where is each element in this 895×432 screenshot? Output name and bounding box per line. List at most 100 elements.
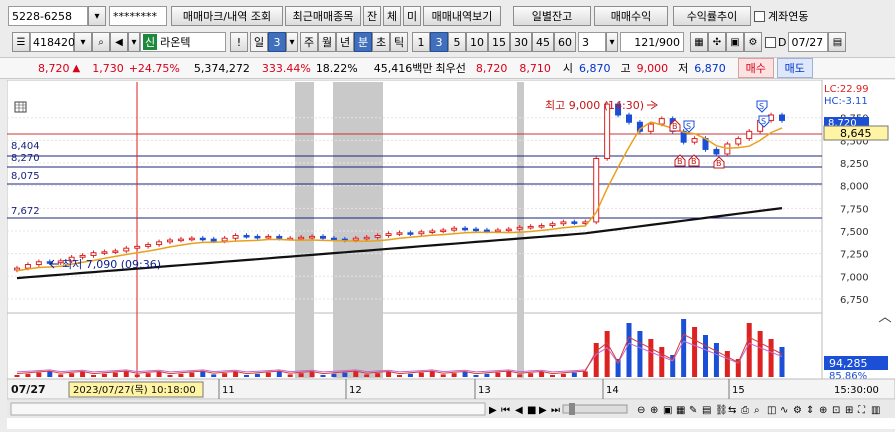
candle-body [199, 237, 206, 241]
zoom-in-icon[interactable]: ⊕ [650, 405, 658, 416]
code-dropdown-icon[interactable]: ▾ [74, 32, 92, 52]
pane-scroll-icon[interactable] [878, 317, 892, 323]
play-icon[interactable]: ▶ [489, 405, 497, 416]
speaker-icon[interactable]: ◀ [110, 32, 128, 52]
minute-value-button[interactable]: 3 [268, 32, 286, 52]
interval-button[interactable]: 15 [488, 32, 510, 52]
volume-bar [80, 372, 86, 377]
count-dropdown-icon[interactable]: ▾ [606, 32, 618, 52]
interval-button[interactable]: 1 [412, 32, 430, 52]
volume-bar [101, 373, 107, 377]
print-icon[interactable]: ⎙ [741, 405, 749, 416]
sparkline-icon[interactable]: ∿ [780, 405, 788, 416]
fullscreen-icon[interactable]: ⛶ [857, 405, 866, 416]
search-icon[interactable]: ⌕ [754, 405, 760, 416]
crosshair-icon[interactable]: ✣ [708, 32, 726, 52]
settings-icon[interactable]: ⚙ [744, 32, 762, 52]
back-icon[interactable]: ◀ [515, 405, 523, 416]
sell-button[interactable]: 매도 [776, 58, 813, 78]
period-day-button[interactable]: 일 [250, 32, 268, 52]
candle-body [243, 235, 250, 238]
trade-profit-button[interactable]: 매매수익 [594, 6, 668, 26]
shrink-icon[interactable]: ⊡ [832, 405, 840, 416]
minute-dropdown-icon[interactable]: ▾ [286, 32, 298, 52]
compare-icon[interactable]: ⇆ [728, 405, 736, 416]
cursor-date: 2023/07/27(목) 10:18:00 [73, 384, 196, 396]
fit-icon[interactable]: ▣ [663, 405, 672, 416]
account-range-field[interactable]: 5228-6258 [8, 6, 88, 26]
draw-icon[interactable]: ✎ [689, 405, 697, 416]
period-year-button[interactable]: 년 [336, 32, 354, 52]
volume-bar [200, 371, 206, 377]
stop-icon[interactable]: ■ [527, 405, 536, 416]
turnover-rate: 18.22% [315, 61, 358, 75]
alert-button[interactable]: ! [230, 32, 248, 52]
chart-table-icon[interactable] [14, 101, 27, 113]
contract-button[interactable]: 체 [383, 6, 401, 26]
recent-items-button[interactable]: 최근매매종목 [285, 6, 361, 26]
interval-button[interactable]: 60 [554, 32, 576, 52]
candle-body [473, 228, 479, 232]
price-tick-label: 7,250 [840, 250, 869, 261]
zoom-slider-thumb[interactable] [569, 403, 575, 415]
unfilled-button[interactable]: 미 [403, 6, 421, 26]
rewind-icon[interactable]: ⏮ [501, 405, 510, 416]
daily-balance-button[interactable]: 일별잔고 [513, 6, 591, 26]
data-count-field[interactable]: 121/900 [620, 32, 684, 52]
table-icon[interactable]: ▦ [676, 405, 685, 416]
balance-button[interactable]: 잔 [363, 6, 381, 26]
volume-bar [517, 374, 523, 377]
best-bid: 8,710 [519, 61, 551, 75]
chart-area[interactable]: 8,404 8,270 8,075 7,672 최고 9,000 (14:30)… [6, 79, 895, 429]
chart-zoom-in-icon[interactable]: ⊕ [819, 405, 827, 416]
trade-mark-query-button[interactable]: 매매마크/내역 조회 [171, 6, 283, 26]
volume-bar [222, 373, 228, 377]
scroll-track[interactable] [10, 402, 486, 416]
password-field[interactable]: ******** [109, 6, 167, 26]
grid-icon[interactable]: ▦ [690, 32, 708, 52]
magnifier-icon[interactable]: ⌕ [92, 32, 110, 52]
settings-icon[interactable]: ⚙ [793, 405, 802, 416]
scale-icon[interactable]: ⇕ [806, 405, 814, 416]
price-chart[interactable]: 8,404 8,270 8,075 7,672 최고 9,000 (14:30)… [6, 79, 895, 429]
stock-code-field[interactable]: 418420 [30, 32, 75, 52]
candle-body [24, 264, 31, 269]
return-trend-button[interactable]: 수익률추이 [673, 6, 751, 26]
data-count-text: 121 [634, 35, 656, 49]
buy-button[interactable]: 매수 [737, 58, 774, 78]
link-icon[interactable]: ⛓ [715, 404, 728, 416]
chart-icon[interactable]: ◫ [767, 405, 776, 416]
password-mask: ******** [113, 9, 157, 23]
stock-name-field[interactable]: 신 라온텍 [140, 32, 226, 52]
period-second-button[interactable]: 초 [372, 32, 390, 52]
period-tick-button[interactable]: 틱 [390, 32, 408, 52]
end-icon[interactable]: ⏭ [551, 405, 560, 416]
period-minute-button[interactable]: 분 [354, 32, 372, 52]
layout-icon[interactable]: ▥ [871, 405, 880, 416]
save-icon[interactable]: ▣ [726, 32, 744, 52]
candle-body [221, 237, 228, 242]
interval-button[interactable]: 45 [532, 32, 554, 52]
date-checkbox[interactable] [765, 36, 776, 48]
low-annotation: 최저 7,090 (09:36) [62, 258, 161, 271]
volume-bar [298, 373, 304, 377]
account-dropdown-icon[interactable]: ▾ [88, 6, 106, 26]
forward-icon[interactable]: ▶ [539, 405, 547, 416]
calendar-icon[interactable]: ▤ [828, 32, 847, 52]
image-icon[interactable]: ▤ [702, 405, 711, 416]
count-field[interactable]: 3 [578, 32, 606, 52]
period-month-button[interactable]: 월 [318, 32, 336, 52]
interval-button[interactable]: 10 [466, 32, 488, 52]
speaker-dropdown-icon[interactable]: ▾ [128, 32, 140, 52]
code-search-icon[interactable]: ☰ [12, 32, 30, 52]
interval-button[interactable]: 30 [510, 32, 532, 52]
expand-icon[interactable]: ⊞ [845, 405, 853, 416]
account-link-checkbox[interactable] [754, 10, 765, 22]
period-week-button[interactable]: 주 [300, 32, 318, 52]
trade-history-button[interactable]: 매매내역보기 [423, 6, 501, 26]
interval-button[interactable]: 3 [430, 32, 448, 52]
interval-button[interactable]: 5 [448, 32, 466, 52]
minus-icon[interactable]: ⊖ [637, 405, 645, 416]
date-field[interactable]: 07/27 [788, 32, 829, 52]
volume-bar [539, 372, 545, 377]
